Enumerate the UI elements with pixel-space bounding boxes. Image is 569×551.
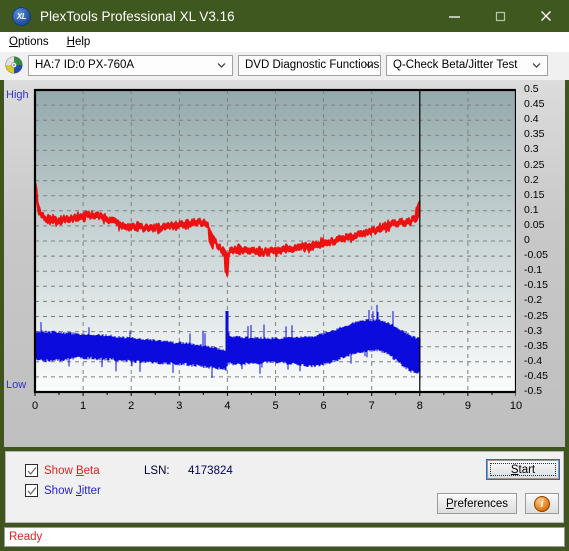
x-tick-label: 0 — [31, 400, 39, 412]
minimize-button[interactable] — [431, 0, 477, 32]
drive-select[interactable]: HA:7 ID:0 PX-760A — [28, 54, 233, 76]
x-tick-label: 2 — [128, 400, 135, 412]
y-tick-label: 0.45 — [524, 98, 545, 111]
menu-options-rest: ptions — [17, 36, 49, 48]
status-bar: Ready — [4, 527, 565, 547]
axis-label-low: Low — [6, 379, 27, 391]
show-jitter-checkbox[interactable] — [25, 484, 38, 497]
y-tick-label: 0.2 — [524, 173, 539, 186]
window-title: PlexTools Professional XL V3.16 — [40, 8, 235, 24]
show-beta-row[interactable]: Show Beta — [25, 464, 100, 477]
plot-area — [31, 86, 516, 396]
show-beta-checkbox[interactable] — [25, 464, 38, 477]
start-button[interactable]: Start — [486, 459, 560, 480]
y-tick-label: 0.35 — [524, 128, 545, 141]
maximize-button[interactable] — [477, 0, 523, 32]
menu-bar: Options Help — [0, 32, 569, 52]
y-tick-label: 0.1 — [524, 203, 539, 216]
title-bar: XL PlexTools Professional XL V3.16 — [0, 0, 569, 32]
y-tick-label: -0.35 — [524, 339, 548, 352]
menu-options-accel: O — [9, 36, 18, 48]
y-tick-label: -0.5 — [524, 385, 543, 397]
x-tick-label: 6 — [320, 400, 327, 412]
show-jitter-row[interactable]: Show Jitter — [25, 484, 101, 497]
y-tick-label: 0.3 — [524, 143, 539, 156]
preferences-button[interactable]: Preferences — [437, 493, 517, 514]
x-tick-label: 3 — [176, 400, 183, 412]
x-tick-label: 5 — [272, 400, 279, 412]
info-icon: i — [534, 495, 550, 512]
start-focus-ring — [490, 463, 556, 476]
y-tick-label: -0.15 — [524, 279, 548, 292]
y-tick-label: 0.25 — [524, 158, 545, 171]
x-tick-label: 4 — [224, 400, 231, 412]
status-text: Ready — [9, 531, 43, 543]
function-select[interactable]: DVD Diagnostic Functions — [238, 54, 381, 76]
lsn-label: LSN: — [144, 465, 170, 477]
preferences-button-label: Preferences — [445, 497, 508, 510]
x-tick-label: 7 — [368, 400, 375, 412]
function-select-value: DVD Diagnostic Functions — [245, 59, 380, 71]
test-select-value: Q-Check Beta/Jitter Test — [393, 59, 518, 71]
lsn-value: 4173824 — [188, 465, 233, 477]
chart-panel: High Low 0.5 0.45 0.4 0.35 0.3 0.25 0.2 0.15 0.1… — [4, 80, 565, 447]
y-tick-label: -0.1 — [524, 264, 543, 277]
xl-disc-icon: XL — [12, 6, 31, 26]
chevron-down-icon — [365, 61, 374, 70]
chevron-down-icon — [217, 61, 226, 70]
drive-select-value: HA:7 ID:0 PX-760A — [35, 59, 135, 71]
y-tick-label: -0.4 — [524, 354, 543, 367]
info-icon-glyph: i — [540, 497, 544, 510]
y-tick-label: 0 — [524, 234, 530, 246]
accel-char: J — [75, 484, 82, 497]
menu-item-help[interactable]: Help — [65, 35, 100, 49]
selector-toolbar: HA:7 ID:0 PX-760A DVD Diagnostic Functio… — [0, 52, 569, 80]
x-tick-label: 10 — [509, 400, 523, 412]
chart-container: High Low 0.5 0.45 0.4 0.35 0.3 0.25 0.2 0.15 0.1… — [4, 80, 565, 447]
beta-jitter-plot — [33, 88, 516, 396]
chevron-down-icon — [532, 61, 541, 70]
show-beta-label: Show Beta — [44, 464, 100, 477]
y-tick-label: 0.15 — [524, 188, 545, 201]
show-jitter-label: Show Jitter — [44, 484, 101, 497]
menu-help-rest: elp — [74, 36, 91, 48]
window-controls — [431, 0, 569, 32]
y-tick-label: -0.2 — [524, 294, 543, 307]
app-icon-text: XL — [16, 11, 27, 21]
info-button[interactable]: i — [525, 493, 559, 514]
y-tick-label: -0.3 — [524, 324, 543, 337]
y-tick-label: -0.05 — [524, 249, 548, 262]
y-tick-label: 0.5 — [524, 83, 539, 95]
close-button[interactable] — [523, 0, 569, 32]
accel-char: P — [445, 497, 454, 510]
y-tick-label: 0.4 — [524, 113, 539, 126]
x-tick-label: 8 — [416, 400, 423, 412]
app-window: XL PlexTools Professional XL V3.16 Optio… — [0, 0, 569, 551]
x-tick-label: 1 — [80, 400, 87, 412]
menu-help-accel: H — [66, 36, 75, 48]
accel-char: B — [75, 464, 84, 477]
axis-label-high: High — [6, 89, 29, 101]
y-tick-label: -0.45 — [524, 369, 548, 382]
menu-item-options[interactable]: Options — [7, 35, 58, 49]
y-tick-label: -0.25 — [524, 309, 548, 322]
x-tick-label: 9 — [464, 400, 471, 412]
test-select[interactable]: Q-Check Beta/Jitter Test — [386, 54, 548, 76]
y-tick-label: 0.05 — [524, 218, 545, 231]
control-group: Show Beta Show Jitter LSN: 4173824 Start… — [5, 451, 564, 523]
cd-disc-icon — [5, 56, 23, 74]
